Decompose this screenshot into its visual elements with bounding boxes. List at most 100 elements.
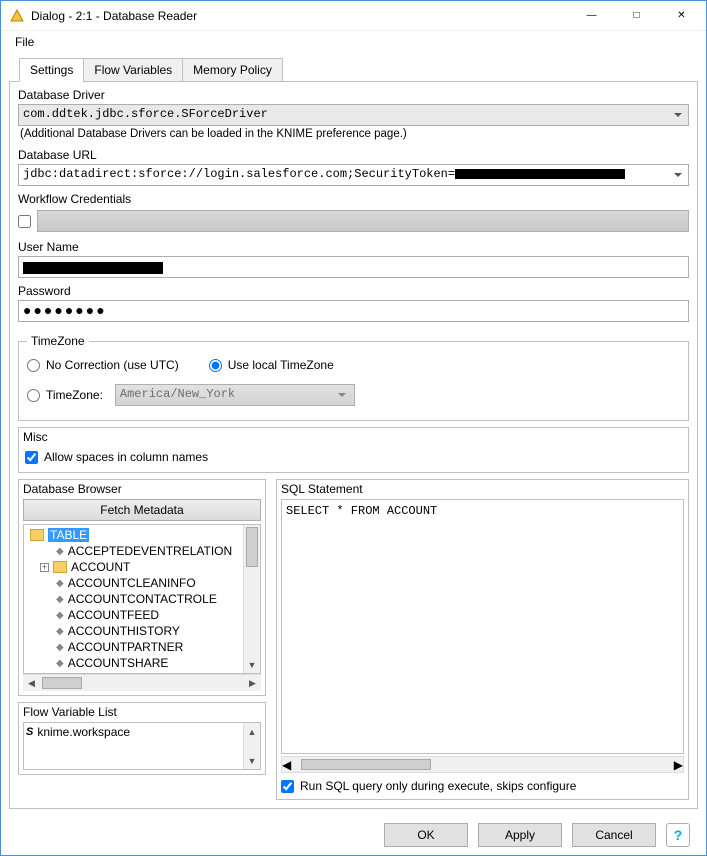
allow-spaces-row[interactable]: Allow spaces in column names [25, 448, 682, 466]
help-button[interactable]: ? [666, 823, 690, 847]
workflow-credentials-combo[interactable] [37, 210, 689, 232]
flow-variable-panel: Flow Variable List S knime.workspace ▲ ▼ [18, 702, 266, 775]
scroll-right-icon[interactable]: ▶ [674, 758, 683, 772]
tree-item-label: ACCOUNTPARTNER [68, 640, 184, 654]
lower-row: Database Browser Fetch Metadata TABLE ◆A… [18, 479, 689, 800]
tab-settings[interactable]: Settings [19, 58, 84, 82]
bullet-icon: ◆ [56, 594, 64, 605]
driver-note: (Additional Database Drivers can be load… [18, 126, 689, 142]
app-icon [9, 8, 25, 24]
tz-selected: America/New_York [120, 387, 235, 401]
maximize-button[interactable]: □ [614, 2, 659, 30]
ok-button[interactable]: OK [384, 823, 468, 847]
cancel-button[interactable]: Cancel [572, 823, 656, 847]
password-group: Password ●●●●●●●● [18, 284, 689, 322]
content-area: Settings Flow Variables Memory Policy Da… [1, 57, 706, 855]
scroll-up-icon[interactable]: ▲ [244, 723, 260, 740]
folder-icon [53, 561, 67, 573]
titlebar: Dialog - 2:1 - Database Reader — □ ✕ [1, 1, 706, 31]
folder-icon [30, 529, 44, 541]
sql-panel: SQL Statement SELECT * FROM ACCOUNT ◀ ▶ … [276, 479, 689, 800]
tree-item-account[interactable]: + ACCOUNT [26, 559, 243, 575]
workflow-credentials-checkbox[interactable] [18, 215, 31, 228]
sql-label: SQL Statement [281, 482, 684, 496]
scroll-down-icon[interactable]: ▼ [244, 656, 260, 673]
fv-vscroll[interactable]: ▲ ▼ [243, 723, 260, 769]
driver-label: Database Driver [18, 88, 689, 102]
sql-hscroll-thumb[interactable] [301, 759, 431, 770]
right-column: SQL Statement SELECT * FROM ACCOUNT ◀ ▶ … [276, 479, 689, 800]
tree-root[interactable]: TABLE [26, 527, 243, 543]
bullet-icon: ◆ [56, 546, 64, 557]
scroll-left-icon[interactable]: ◀ [23, 678, 40, 689]
url-combo[interactable]: jdbc:datadirect:sforce://login.salesforc… [18, 164, 689, 186]
tz-use-local-row[interactable]: Use local TimeZone [209, 358, 334, 372]
tz-no-correction-radio[interactable] [27, 359, 40, 372]
driver-group: Database Driver com.ddtek.jdbc.sforce.SF… [18, 88, 689, 142]
tree-vscroll[interactable]: ▲ ▼ [243, 525, 260, 673]
tree-root-label: TABLE [48, 528, 89, 542]
flow-variable-name: knime.workspace [37, 725, 130, 739]
sql-hscroll-track[interactable] [291, 757, 674, 772]
timezone-legend: TimeZone [27, 334, 89, 348]
run-only-execute-checkbox[interactable] [281, 780, 294, 793]
tree-item[interactable]: ◆ACCOUNTFEED [26, 607, 243, 623]
url-group: Database URL jdbc:datadirect:sforce://lo… [18, 148, 689, 186]
tree-item[interactable]: ◆ACTIONLINKGROUPTEMPLATE [26, 671, 243, 673]
close-button[interactable]: ✕ [659, 2, 704, 30]
tree-item[interactable]: ◆ACCOUNTSHARE [26, 655, 243, 671]
tabs: Settings Flow Variables Memory Policy [19, 57, 698, 81]
url-redacted [455, 169, 625, 179]
allow-spaces-checkbox[interactable] [25, 451, 38, 464]
tree-item[interactable]: ◆ACCOUNTPARTNER [26, 639, 243, 655]
bullet-icon: ◆ [56, 626, 64, 637]
sql-textarea[interactable]: SELECT * FROM ACCOUNT [281, 499, 684, 754]
tz-no-correction-label: No Correction (use UTC) [46, 358, 179, 372]
hscroll-thumb[interactable] [42, 677, 82, 689]
flow-variable-item[interactable]: S knime.workspace [26, 725, 241, 739]
tz-no-correction-row[interactable]: No Correction (use UTC) [27, 358, 179, 372]
tab-flow-variables[interactable]: Flow Variables [83, 58, 183, 82]
scroll-right-icon[interactable]: ▶ [244, 678, 261, 689]
tz-select[interactable]: America/New_York [115, 384, 355, 406]
password-mask: ●●●●●●●● [23, 301, 107, 318]
hscroll-track[interactable] [40, 675, 244, 691]
scroll-thumb[interactable] [246, 527, 258, 567]
tree-item-label: ACCEPTEDEVENTRELATION [68, 544, 232, 558]
tree-item[interactable]: ◆ ACCOUNTCONTACTROLE [26, 591, 243, 607]
tree-item[interactable]: ◆ ACCOUNTHISTORY [26, 623, 243, 639]
tz-use-local-radio[interactable] [209, 359, 222, 372]
run-only-execute-label: Run SQL query only during execute, skips… [300, 779, 576, 793]
run-only-execute-row[interactable]: Run SQL query only during execute, skips… [281, 777, 684, 795]
tree-item-label: ACCOUNTCONTACTROLE [68, 592, 217, 606]
tz-explicit-radio[interactable] [27, 389, 40, 402]
tab-memory-policy[interactable]: Memory Policy [182, 58, 283, 82]
tree-wrap: TABLE ◆ACCEPTEDEVENTRELATION +ACCOUNT ◆A… [23, 524, 261, 674]
tz-explicit-row[interactable]: TimeZone: America/New_York [27, 384, 680, 406]
window-title: Dialog - 2:1 - Database Reader [31, 9, 569, 23]
driver-value: com.ddtek.jdbc.sforce.SForceDriver [23, 107, 268, 121]
database-browser-label: Database Browser [23, 482, 261, 496]
minimize-button[interactable]: — [569, 2, 614, 30]
tree-item[interactable]: ◆ ACCEPTEDEVENTRELATION [26, 543, 243, 559]
username-field[interactable] [18, 256, 689, 278]
fetch-metadata-button[interactable]: Fetch Metadata [23, 499, 261, 521]
tree-hscroll[interactable]: ◀ ▶ [23, 674, 261, 691]
workflow-credentials-group: Workflow Credentials [18, 192, 689, 234]
tree-item-label: ACCOUNT [71, 560, 130, 574]
settings-panel: Database Driver com.ddtek.jdbc.sforce.SF… [9, 81, 698, 809]
tree-item[interactable]: ◆ACCOUNTCLEANINFO [26, 575, 243, 591]
button-bar: OK Apply Cancel ? [9, 809, 698, 847]
tree-item-label: ACCOUNTHISTORY [68, 624, 180, 638]
scroll-down-icon[interactable]: ▼ [244, 752, 260, 769]
sql-hscroll[interactable]: ◀ ▶ [281, 756, 684, 773]
apply-button[interactable]: Apply [478, 823, 562, 847]
expander-icon[interactable]: + [40, 563, 49, 572]
menu-file[interactable]: File [9, 33, 40, 51]
driver-combo[interactable]: com.ddtek.jdbc.sforce.SForceDriver [18, 104, 689, 126]
password-field[interactable]: ●●●●●●●● [18, 300, 689, 322]
table-tree[interactable]: TABLE ◆ACCEPTEDEVENTRELATION +ACCOUNT ◆A… [24, 525, 243, 673]
tree-item-label: ACCOUNTSHARE [68, 656, 169, 670]
scroll-left-icon[interactable]: ◀ [282, 758, 291, 772]
misc-group: Misc Allow spaces in column names [18, 427, 689, 473]
